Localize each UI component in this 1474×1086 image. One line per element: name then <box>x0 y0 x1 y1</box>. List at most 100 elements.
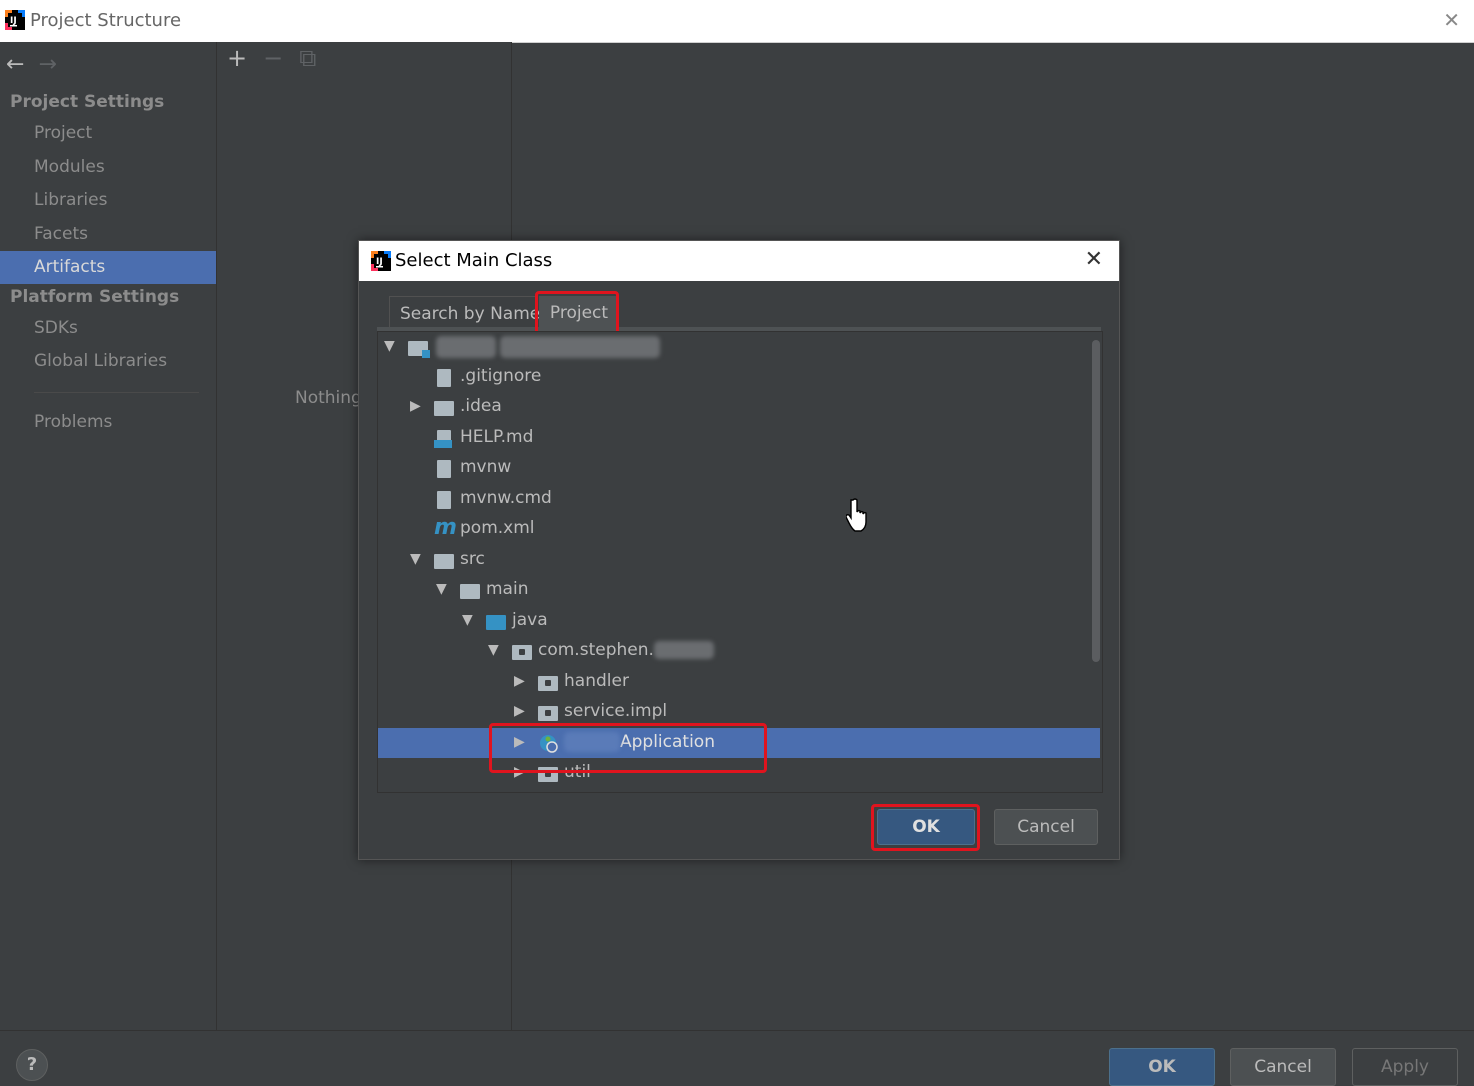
text-file-icon <box>434 367 451 387</box>
tree-row-main[interactable]: ▼ main <box>378 575 1100 605</box>
tree-label: mvnw <box>460 457 512 477</box>
sidebar-item-facets[interactable]: Facets <box>0 218 216 251</box>
sidebar-item-libraries[interactable]: Libraries <box>0 184 216 217</box>
tab-project[interactable]: Project <box>539 296 619 330</box>
markdown-file-icon <box>434 428 452 448</box>
tree-row-java[interactable]: ▼ java <box>378 606 1100 636</box>
sidebar-item-artifacts[interactable]: Artifacts <box>0 251 216 284</box>
dialog-titlebar: IJ Select Main Class ✕ <box>359 241 1119 281</box>
tree-row-idea[interactable]: ▶ .idea <box>378 392 1100 422</box>
tree-row-service-impl[interactable]: ▶ service.impl <box>378 697 1100 727</box>
cancel-button[interactable]: Cancel <box>1230 1048 1336 1086</box>
tree-row-src[interactable]: ▼ src <box>378 545 1100 575</box>
tree-row-application[interactable]: ▶ Application <box>378 728 1100 758</box>
project-settings-header: Project Settings <box>10 92 165 112</box>
window-footer: ? OK Cancel Apply <box>0 1030 1474 1086</box>
tree-label <box>436 336 660 358</box>
expand-arrow-icon[interactable]: ▼ <box>410 551 421 567</box>
package-icon <box>538 702 558 721</box>
help-button[interactable]: ? <box>16 1049 48 1081</box>
tree-row-handler[interactable]: ▶ handler <box>378 667 1100 697</box>
tree-label: HELP.md <box>460 427 534 447</box>
sidebar-item-sdks[interactable]: SDKs <box>0 312 216 345</box>
ok-button[interactable]: OK <box>1109 1048 1215 1086</box>
svg-text:IJ: IJ <box>10 16 17 26</box>
tree-row-mvnw[interactable]: mvnw <box>378 453 1100 483</box>
tree-label: service.impl <box>564 701 668 721</box>
empty-list-text: Nothing <box>295 388 362 408</box>
svg-text:IJ: IJ <box>376 257 383 267</box>
tree-row-pom-xml[interactable]: m pom.xml <box>378 514 1100 544</box>
copy-icon[interactable]: ⧉ <box>299 44 316 72</box>
sidebar-divider <box>34 392 199 393</box>
select-main-class-dialog: IJ Select Main Class ✕ Search by Name Pr… <box>358 240 1120 860</box>
expand-arrow-icon[interactable]: ▼ <box>488 642 499 658</box>
apply-button[interactable]: Apply <box>1352 1048 1458 1086</box>
redacted-text <box>564 732 620 752</box>
remove-icon[interactable]: − <box>263 44 283 72</box>
redacted-text <box>653 641 714 659</box>
expand-arrow-icon[interactable]: ▶ <box>514 673 525 689</box>
project-tree: ▼ .gitignore ▶ .idea HELP.md mvnw mvnw.c… <box>377 331 1103 793</box>
artifacts-toolbar: + − ⧉ <box>227 44 332 72</box>
window-close-icon[interactable]: ✕ <box>1443 8 1460 32</box>
tree-row-com-stephen[interactable]: ▼ com.stephen. <box>378 636 1100 666</box>
tree-row-util[interactable]: ▶ util <box>378 758 1100 788</box>
window-titlebar: IJ Project Structure ✕ <box>0 0 1474 43</box>
sidebar-item-project[interactable]: Project <box>0 117 216 150</box>
tree-label: main <box>486 579 529 599</box>
folder-icon <box>460 580 480 599</box>
tree-label: com.stephen. <box>538 640 714 660</box>
folder-icon <box>434 397 454 416</box>
add-icon[interactable]: + <box>227 44 247 72</box>
hand-cursor-icon <box>846 498 867 532</box>
dialog-cancel-button[interactable]: Cancel <box>994 809 1098 845</box>
expand-arrow-icon[interactable]: ▼ <box>436 581 447 597</box>
settings-sidebar: ← → Project Settings Project Modules Libr… <box>0 42 217 1030</box>
sidebar-item-modules[interactable]: Modules <box>0 151 216 184</box>
expand-arrow-icon[interactable]: ▶ <box>514 734 525 750</box>
expand-arrow-icon[interactable]: ▶ <box>514 703 525 719</box>
text-file-icon <box>434 458 451 478</box>
text-file-icon <box>434 489 451 509</box>
sidebar-item-global-libraries[interactable]: Global Libraries <box>0 345 216 378</box>
back-arrow-icon[interactable]: ← <box>6 52 24 77</box>
tree-label: util <box>564 762 591 782</box>
redacted-text <box>500 336 660 358</box>
tree-row-help-md[interactable]: HELP.md <box>378 423 1100 453</box>
package-icon <box>538 672 558 691</box>
expand-arrow-icon[interactable]: ▼ <box>384 338 395 354</box>
expand-arrow-icon[interactable]: ▼ <box>462 612 473 628</box>
project-structure-window: IJ Project Structure ✕ ← → Project Settin… <box>0 0 1474 1086</box>
dialog-close-icon[interactable]: ✕ <box>1085 247 1103 272</box>
maven-icon: m <box>434 515 457 540</box>
redacted-text <box>436 336 496 358</box>
source-folder-icon <box>486 611 506 630</box>
tree-row-root[interactable]: ▼ <box>378 332 1100 362</box>
expand-arrow-icon[interactable]: ▶ <box>514 764 525 780</box>
tree-label: java <box>512 610 548 630</box>
expand-arrow-icon[interactable]: ▶ <box>410 398 421 414</box>
tree-label: .gitignore <box>460 366 542 386</box>
tree-label: pom.xml <box>460 518 535 538</box>
package-icon <box>538 763 558 782</box>
intellij-logo-icon: IJ <box>5 10 25 30</box>
tree-row-gitignore[interactable]: .gitignore <box>378 362 1100 392</box>
package-icon <box>512 641 532 660</box>
intellij-logo-icon: IJ <box>371 251 391 271</box>
tree-label: handler <box>564 671 629 691</box>
tree-label: src <box>460 549 485 569</box>
tree-row-mvnw-cmd[interactable]: mvnw.cmd <box>378 484 1100 514</box>
platform-settings-header: Platform Settings <box>10 287 180 307</box>
forward-arrow-icon[interactable]: → <box>38 52 56 77</box>
tree-label: mvnw.cmd <box>460 488 552 508</box>
nav-arrows: ← → <box>6 52 71 77</box>
tree-label: .idea <box>460 396 502 416</box>
dialog-title: Select Main Class <box>395 250 553 271</box>
dialog-ok-button[interactable]: OK <box>877 809 975 845</box>
sidebar-item-problems[interactable]: Problems <box>0 406 216 439</box>
tree-scrollbar[interactable] <box>1092 340 1100 662</box>
tree-label: Application <box>564 732 715 752</box>
module-folder-icon <box>408 337 430 358</box>
tab-search-by-name[interactable]: Search by Name <box>389 296 540 330</box>
